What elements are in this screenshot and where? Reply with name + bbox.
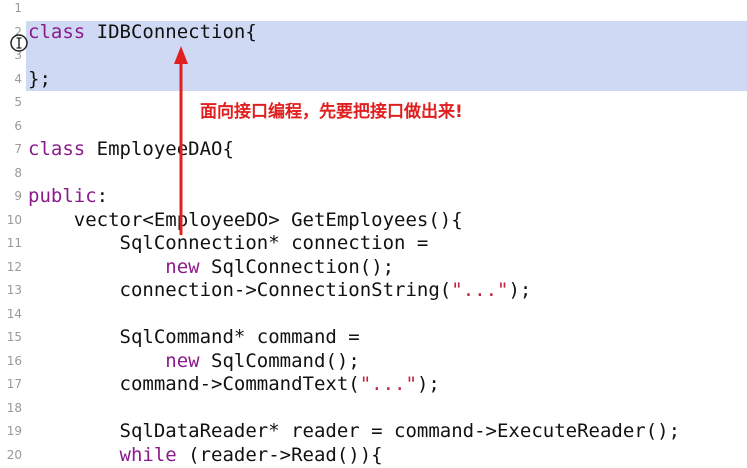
code-line[interactable]: 20 while (reader->Read()){ — [0, 444, 747, 468]
string-token: "..." — [451, 279, 509, 301]
keyword-token: while — [119, 443, 177, 466]
code-text[interactable]: new SqlCommand(); — [28, 349, 360, 374]
code-line-background — [26, 0, 747, 21]
line-number: 18 — [6, 400, 22, 415]
code-line[interactable]: 9 public: — [0, 185, 747, 209]
code-token: }; — [28, 67, 51, 90]
line-number: 14 — [6, 306, 22, 321]
code-token: ); — [508, 279, 532, 301]
code-text[interactable]: class EmployeeDAO{ — [28, 138, 234, 162]
keyword-token: public — [28, 185, 97, 207]
line-number: 9 — [14, 189, 22, 203]
code-token: vector<EmployeeDO> GetEmployees(){ — [28, 208, 463, 231]
code-token: SqlConnection(); — [199, 255, 395, 278]
code-token: SqlCommand* command = — [28, 326, 360, 348]
code-text[interactable]: SqlConnection* connection = — [28, 232, 429, 256]
code-text[interactable]: new SqlConnection(); — [28, 256, 394, 280]
code-line[interactable]: 12 new SqlConnection(); — [0, 256, 747, 280]
code-token: SqlDataReader* reader = command->Execute… — [28, 420, 681, 442]
code-text[interactable]: class IDBConnection{ — [28, 21, 257, 45]
code-line-background — [26, 185, 747, 209]
code-token: connection->ConnectionString( — [28, 279, 452, 301]
code-line[interactable]: 11 SqlConnection* connection = — [0, 232, 747, 256]
code-line-background — [26, 67, 747, 91]
line-number: 5 — [14, 95, 22, 109]
code-token: SqlCommand(); — [199, 349, 360, 372]
code-text[interactable]: }; — [28, 68, 51, 92]
code-text[interactable]: SqlDataReader* reader = command->Execute… — [28, 420, 681, 444]
code-line[interactable]: 13 connection->ConnectionString("..."); — [0, 279, 747, 303]
keyword-token: class — [28, 138, 86, 160]
code-line[interactable]: 7 class EmployeeDAO{ — [0, 138, 747, 162]
line-number: 4 — [14, 71, 22, 86]
code-line-background — [26, 162, 747, 186]
code-token: IDBConnection{ — [85, 20, 257, 43]
line-number: 16 — [6, 353, 22, 368]
line-number: 7 — [14, 142, 22, 156]
code-line-background — [26, 397, 747, 421]
line-number: 6 — [14, 118, 22, 133]
code-line[interactable]: 1 — [0, 0, 747, 21]
code-line[interactable]: 8 — [0, 162, 747, 186]
code-text[interactable]: command->CommandText("..."); — [28, 373, 440, 397]
code-token: SqlConnection* connection = — [28, 232, 429, 254]
line-number: 12 — [6, 259, 22, 274]
code-token: (reader->Read()){ — [176, 443, 383, 466]
code-text[interactable]: while (reader->Read()){ — [28, 444, 383, 468]
keyword-token: new — [165, 255, 200, 278]
string-token: "..." — [359, 373, 417, 395]
code-line[interactable]: 19 SqlDataReader* reader = command->Exec… — [0, 420, 747, 444]
code-text[interactable]: public: — [28, 185, 108, 209]
code-line-background — [26, 44, 747, 68]
line-number: 13 — [6, 283, 22, 297]
code-text[interactable]: connection->ConnectionString("..."); — [28, 279, 532, 303]
code-token: command->CommandText( — [28, 373, 360, 395]
line-number: 1 — [14, 1, 22, 15]
code-line[interactable]: 18 — [0, 397, 747, 421]
code-token: EmployeeDAO{ — [85, 138, 234, 160]
line-number: 11 — [6, 236, 22, 250]
code-line[interactable]: 4}; — [0, 67, 747, 92]
line-number: 17 — [6, 377, 22, 391]
code-text[interactable]: vector<EmployeeDO> GetEmployees(){ — [28, 209, 463, 233]
line-number: 15 — [6, 330, 22, 344]
code-line[interactable]: 14 — [0, 303, 747, 327]
keyword-token: new — [165, 349, 200, 372]
annotation-text: 面向接口编程，先要把接口做出来! — [200, 102, 463, 122]
code-token: : — [96, 185, 109, 207]
code-text[interactable]: SqlCommand* command = — [28, 326, 360, 350]
code-line[interactable]: 16 new SqlCommand(); — [0, 350, 747, 374]
code-line[interactable]: 15 SqlCommand* command = — [0, 326, 747, 350]
keyword-token: class — [28, 20, 86, 43]
code-line-background — [26, 303, 747, 327]
line-number: 10 — [6, 212, 22, 227]
line-number: 8 — [14, 165, 22, 180]
line-number: 20 — [6, 447, 22, 462]
line-number: 19 — [6, 424, 22, 438]
code-line[interactable]: 17 command->CommandText("..."); — [0, 373, 747, 397]
code-token: ); — [416, 373, 440, 395]
code-line[interactable]: 2 class IDBConnection{ — [0, 20, 747, 45]
code-line[interactable]: 10 vector<EmployeeDO> GetEmployees(){ — [0, 209, 747, 233]
code-editor[interactable]: 1 2 class IDBConnection{3 4}; 5 6 7 class Emplo… — [0, 0, 747, 468]
code-line[interactable]: 3 — [0, 44, 747, 68]
text-cursor-icon — [10, 34, 28, 52]
